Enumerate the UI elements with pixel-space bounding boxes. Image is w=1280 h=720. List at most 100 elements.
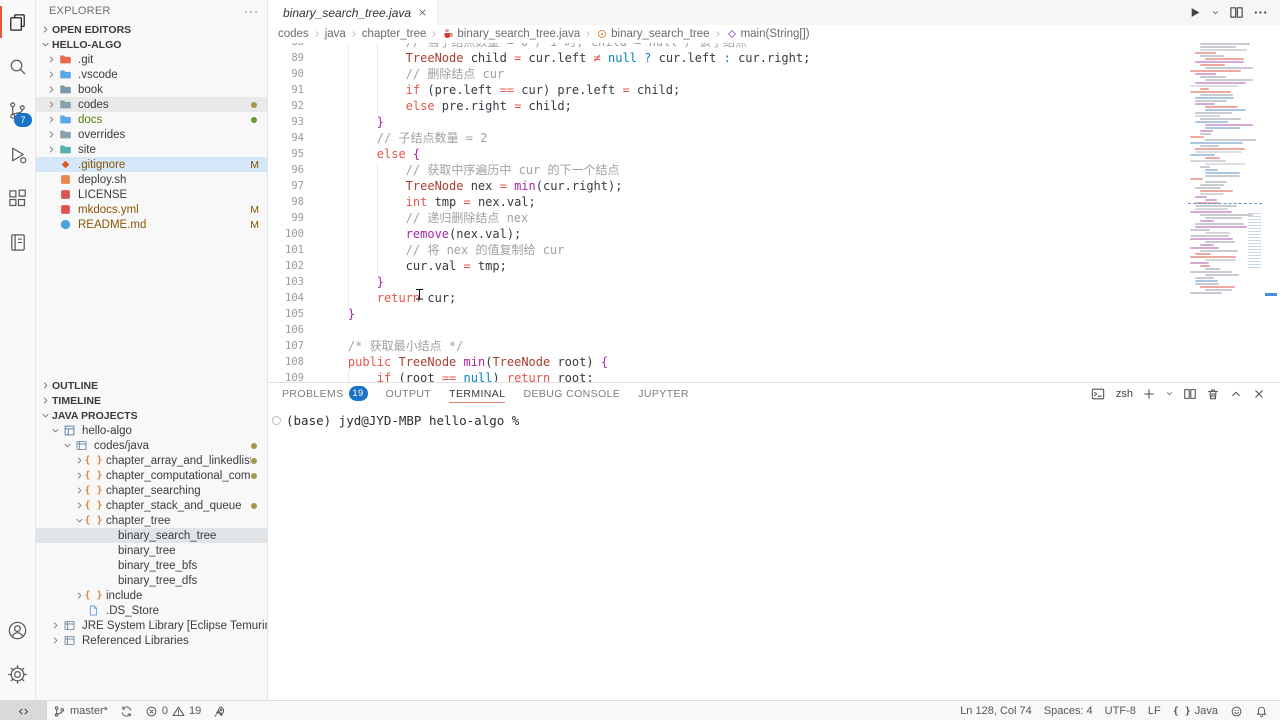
split-terminal-icon[interactable]	[1183, 387, 1197, 401]
minimap-line	[1205, 139, 1256, 141]
chevron-right-icon	[49, 635, 62, 646]
more-actions-icon[interactable]	[1253, 5, 1268, 20]
breadcrumb-item-chapter_tree[interactable]: chapter_tree	[362, 28, 427, 40]
java-tree-item-chapter_computational_complexity[interactable]: { }chapter_computational_complexity	[35, 468, 267, 483]
code-line: 101// 将 nex 的值复制给 cur	[268, 242, 1188, 258]
indent	[319, 162, 348, 178]
status-indentation[interactable]: Spaces: 4	[1038, 701, 1099, 720]
terminal-dropdown-chevron-icon[interactable]	[1165, 389, 1174, 398]
tree-item-site[interactable]: site	[35, 142, 267, 157]
minimap-line	[1205, 127, 1240, 129]
tree-item-docs[interactable]: docs	[35, 112, 267, 127]
status-problems[interactable]: 019	[139, 701, 207, 720]
status-notifications[interactable]	[1249, 701, 1274, 720]
minimap-line	[1200, 145, 1219, 147]
editor-tab[interactable]: binary_search_tree.java	[268, 0, 438, 25]
java-tree-item-.DS_Store[interactable]: .DS_Store	[35, 603, 267, 618]
activity-item-account[interactable]	[0, 608, 35, 652]
panel-tab-label: JUPYTER	[638, 388, 689, 400]
code-line: 108public TreeNode min(TreeNode root) {	[268, 354, 1188, 370]
new-terminal-icon[interactable]	[1142, 387, 1156, 401]
java-tree-item-binary_search_tree[interactable]: undefinedbinary_search_tree	[35, 528, 267, 543]
java-tree-item-JRE[interactable]: JRE System Library [Eclipse Temurin 17 […	[35, 618, 267, 633]
activity-item-settings[interactable]	[0, 652, 35, 696]
tree-item-.gitignore[interactable]: .gitignoreM	[35, 157, 267, 172]
indent-guide	[348, 242, 377, 258]
java-tree-item-chapter_array_and_linkedlist[interactable]: { }chapter_array_and_linkedlist	[35, 453, 267, 468]
tree-item-.vscode[interactable]: .vscode	[35, 67, 267, 82]
status-sync[interactable]	[114, 701, 139, 720]
breadcrumb-item-binary_search_tree.java[interactable]: binary_search_tree.java	[442, 28, 580, 40]
terminal-content[interactable]: (base) jyd@JYD-MBP hello-algo %	[268, 404, 1280, 428]
open-editors-header[interactable]: OPEN EDITORS	[35, 22, 267, 37]
status-encoding[interactable]: UTF-8	[1099, 701, 1142, 720]
split-editor-icon[interactable]	[1229, 5, 1244, 20]
java-projects-header[interactable]: JAVA PROJECTS	[35, 408, 267, 423]
indent-guide	[348, 146, 377, 162]
close-icon[interactable]	[417, 7, 428, 18]
activity-item-extensions[interactable]	[0, 176, 35, 220]
status-feedback[interactable]	[1224, 701, 1249, 720]
maximize-panel-icon[interactable]	[1229, 387, 1243, 401]
activity-item-run-debug[interactable]	[0, 132, 35, 176]
java-tree-item-binary_tree_bfs[interactable]: undefinedbinary_tree_bfs	[35, 558, 267, 573]
activity-item-notebook[interactable]	[0, 220, 35, 264]
activity-item-explorer[interactable]	[0, 0, 35, 44]
project-root-header[interactable]: HELLO-ALGO	[35, 37, 267, 52]
minimap-line	[1190, 70, 1241, 72]
status-eol[interactable]: LF	[1142, 701, 1167, 720]
java-tree-item-codes/java[interactable]: codes/java	[35, 438, 267, 453]
panel-tab-debug-console[interactable]: DEBUG CONSOLE	[523, 383, 620, 404]
minimap-line	[1190, 292, 1222, 294]
panel-tab-problems[interactable]: PROBLEMS19	[282, 383, 368, 404]
status-branch[interactable]: master*	[47, 701, 114, 720]
java-tree-item-hello-algo[interactable]: hello-algo	[35, 423, 267, 438]
close-panel-icon[interactable]	[1252, 387, 1266, 401]
code-line-content: cur.val = tmp;	[304, 258, 507, 274]
panel-tab-terminal[interactable]: TERMINAL	[449, 383, 505, 404]
status-cursor-position[interactable]: Ln 128, Col 74	[954, 701, 1038, 720]
explorer-more-actions-icon[interactable]: ···	[244, 4, 259, 18]
panel-tab-jupyter[interactable]: JUPYTER	[638, 383, 689, 404]
tree-item-deploy.sh[interactable]: deploy.sh	[35, 172, 267, 187]
breadcrumb-item-java[interactable]: java	[325, 28, 346, 40]
git-modified-dot-icon	[251, 473, 257, 479]
status-label: UTF-8	[1105, 705, 1136, 717]
kill-terminal-icon[interactable]	[1206, 387, 1220, 401]
breadcrumb-item-main(String[])[interactable]: main(String[])	[726, 28, 810, 40]
line-number: 93	[268, 114, 304, 130]
activity-item-source-control[interactable]: 7	[0, 88, 35, 132]
activity-item-search[interactable]	[0, 44, 35, 88]
run-dropdown-chevron-icon[interactable]	[1211, 8, 1220, 17]
tree-item-codes[interactable]: codes	[35, 97, 267, 112]
java-tree-item-include[interactable]: { }include	[35, 588, 267, 603]
indent-guide	[377, 226, 406, 242]
tree-item-overrides[interactable]: overrides	[35, 127, 267, 142]
status-remote[interactable]	[0, 701, 47, 720]
tree-item-.git[interactable]: .git	[35, 52, 267, 67]
status-java-status[interactable]	[207, 701, 232, 720]
run-java-button[interactable]	[1187, 5, 1202, 20]
java-tree-item-Referenced[interactable]: Referenced Libraries	[35, 633, 267, 648]
outline-header[interactable]: OUTLINE	[35, 378, 267, 393]
tree-item-LICENSE[interactable]: LICENSE	[35, 187, 267, 202]
breadcrumb-item-binary_search_tree[interactable]: binary_search_tree	[596, 28, 709, 40]
code-area[interactable]: 88// 当子结点数量 = 0 / 1 时, child = null / 该子…	[268, 43, 1188, 382]
minimap[interactable]	[1188, 43, 1262, 343]
java-tree-item-binary_tree[interactable]: undefinedbinary_tree	[35, 543, 267, 558]
timeline-header[interactable]: TIMELINE	[35, 393, 267, 408]
shell-label[interactable]: zsh	[1116, 388, 1133, 400]
status-language-mode[interactable]: { }Java	[1167, 701, 1224, 720]
tree-item-README.md[interactable]: README.mdM	[35, 217, 267, 232]
java-tree-item-chapter_stack_and_queue[interactable]: { }chapter_stack_and_queue	[35, 498, 267, 513]
breadcrumb-item-codes[interactable]: codes	[278, 28, 309, 40]
tree-item-book[interactable]: book	[35, 82, 267, 97]
java-tree-item-binary_tree_dfs[interactable]: undefinedbinary_tree_dfs	[35, 573, 267, 588]
code-editor[interactable]: 88// 当子结点数量 = 0 / 1 时, child = null / 该子…	[268, 43, 1280, 382]
java-tree-item-chapter_searching[interactable]: { }chapter_searching	[35, 483, 267, 498]
panel-tab-output[interactable]: OUTPUT	[386, 383, 432, 404]
java-tree-item-chapter_tree[interactable]: { }chapter_tree	[35, 513, 267, 528]
tree-item-mkdocs.yml[interactable]: mkdocs.ymlM	[35, 202, 267, 217]
breadcrumb-label: binary_search_tree.java	[457, 28, 580, 40]
minimap-line	[1200, 190, 1233, 192]
